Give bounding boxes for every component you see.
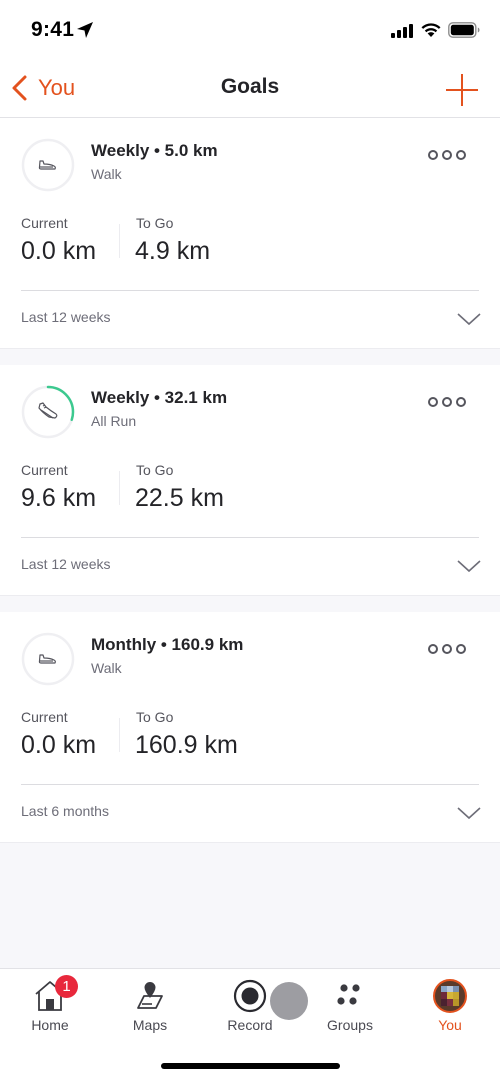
goal-progress-ring xyxy=(21,138,75,192)
goal-sport: All Run xyxy=(91,413,137,429)
tab-label: Home xyxy=(31,1017,69,1033)
togo-value: 4.9 km xyxy=(135,237,211,265)
current-label: Current xyxy=(21,462,68,478)
togo-label: To Go xyxy=(136,709,174,725)
period-expander[interactable]: Last 6 months xyxy=(0,785,500,842)
stat-divider xyxy=(119,718,120,752)
signal-icon xyxy=(391,24,413,38)
togo-label: To Go xyxy=(136,462,174,478)
groups-icon xyxy=(337,984,360,1005)
togo-label: To Go xyxy=(136,215,174,231)
goal-sport: Walk xyxy=(91,660,122,676)
tab-home[interactable]: 1 Home xyxy=(0,969,100,1044)
current-value: 9.6 km xyxy=(21,484,97,512)
tab-you[interactable]: You xyxy=(400,969,500,1044)
goal-card[interactable]: Weekly • 32.1 km All Run Current 9.6 km … xyxy=(0,365,500,595)
record-icon xyxy=(233,979,267,1013)
goal-title: Weekly • 32.1 km xyxy=(91,388,228,407)
touch-indicator xyxy=(270,982,308,1020)
more-dot-icon xyxy=(456,150,466,160)
avatar xyxy=(433,979,467,1013)
tab-label: You xyxy=(438,1017,462,1033)
add-goal-button[interactable] xyxy=(444,72,480,108)
battery-icon xyxy=(448,22,480,38)
tab-label: Maps xyxy=(132,1017,168,1033)
more-options-button[interactable] xyxy=(428,146,466,164)
goal-card[interactable]: Weekly • 5.0 km Walk Current 0.0 km To G… xyxy=(0,118,500,348)
goal-progress-ring xyxy=(21,385,75,439)
goal-title: Weekly • 5.0 km xyxy=(91,141,218,160)
status-bar: 9:41 xyxy=(0,0,500,60)
maps-icon xyxy=(137,982,163,1009)
current-value: 0.0 km xyxy=(21,237,97,265)
stat-divider xyxy=(119,471,120,505)
period-expander[interactable]: Last 12 weeks xyxy=(0,291,500,348)
more-dot-icon xyxy=(442,397,452,407)
goals-list: Weekly • 5.0 km Walk Current 0.0 km To G… xyxy=(0,118,500,859)
tab-label: Record xyxy=(227,1017,273,1033)
period-label: Last 6 months xyxy=(21,803,109,819)
goal-card[interactable]: Monthly • 160.9 km Walk Current 0.0 km T… xyxy=(0,612,500,842)
more-dot-icon xyxy=(442,150,452,160)
current-label: Current xyxy=(21,215,68,231)
tab-label: Groups xyxy=(327,1017,373,1033)
tab-groups[interactable]: Groups xyxy=(300,969,400,1044)
more-dot-icon xyxy=(442,644,452,654)
status-time: 9:41 xyxy=(31,18,75,41)
chevron-down-icon xyxy=(457,807,481,820)
plus-icon xyxy=(446,74,478,106)
more-options-button[interactable] xyxy=(428,393,466,411)
period-label: Last 12 weeks xyxy=(21,309,111,325)
wifi-icon xyxy=(421,23,441,37)
more-options-button[interactable] xyxy=(428,640,466,658)
nav-bar: You Goals xyxy=(0,60,500,118)
goal-sport: Walk xyxy=(91,166,122,182)
more-dot-icon xyxy=(456,397,466,407)
more-dot-icon xyxy=(428,397,438,407)
notification-badge: 1 xyxy=(55,975,78,998)
more-dot-icon xyxy=(428,644,438,654)
tab-maps[interactable]: Maps xyxy=(100,969,200,1044)
goal-title: Monthly • 160.9 km xyxy=(91,635,244,654)
period-expander[interactable]: Last 12 weeks xyxy=(0,538,500,595)
chevron-down-icon xyxy=(457,313,481,326)
more-dot-icon xyxy=(428,150,438,160)
location-arrow-icon xyxy=(77,22,93,38)
current-label: Current xyxy=(21,709,68,725)
page-title: Goals xyxy=(220,75,280,98)
period-label: Last 12 weeks xyxy=(21,556,111,572)
goal-progress-ring xyxy=(21,632,75,686)
togo-value: 160.9 km xyxy=(135,731,238,759)
home-indicator[interactable] xyxy=(161,1063,340,1069)
more-dot-icon xyxy=(456,644,466,654)
chevron-down-icon xyxy=(457,560,481,573)
togo-value: 22.5 km xyxy=(135,484,224,512)
current-value: 0.0 km xyxy=(21,731,97,759)
stat-divider xyxy=(119,224,120,258)
